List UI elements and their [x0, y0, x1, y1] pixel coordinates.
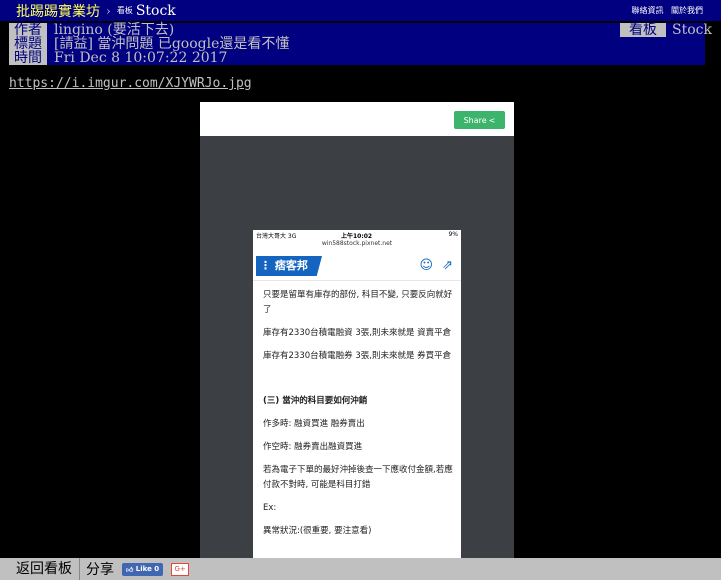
top-links: 聯絡資訊 關於我們: [626, 5, 703, 16]
title-value: [請益] 當沖問題 已google還是看不懂: [54, 36, 290, 52]
paragraph: 異常狀況:(很重要, 要注意看): [263, 526, 372, 536]
paragraph: 作多時: 融資買進 融券賣出: [263, 419, 365, 429]
phone-status-bar: 台灣大哥大 3G 上午10:02 9%: [253, 230, 461, 240]
share-button[interactable]: Share <: [454, 111, 505, 129]
phone-url: win588stock.pixnet.net: [321, 240, 393, 247]
carrier: 台灣大哥大 3G: [256, 233, 297, 240]
about-link[interactable]: 關於我們: [671, 6, 703, 15]
time-value: Fri Dec 8 10:07:22 2017: [54, 50, 228, 66]
embedded-image[interactable]: Share < 台灣大哥大 3G 上午10:02 9% win588stock.…: [200, 102, 514, 558]
paragraph: 庫存有2330台積電融資 3張,則未來就是 資賣平倉: [263, 328, 452, 338]
paragraph: 庫存有2330台積電融券 3張,則未來就是 券買平倉: [263, 351, 452, 361]
paragraph: 只要是留單有庫存的部份, 科目不變, 只要反向就好了: [263, 290, 453, 315]
share-out-icon: ⇗: [442, 258, 453, 273]
board-label: 看板: [116, 6, 133, 15]
google-plus-button[interactable]: G+: [171, 562, 190, 576]
share-icon: <: [488, 115, 496, 125]
like-label: Like 0: [135, 565, 160, 573]
user-icon: ☺: [419, 258, 433, 273]
phone-screenshot: 台灣大哥大 3G 上午10:02 9% win588stock.pixnet.n…: [253, 230, 461, 558]
board-tag: 看板: [620, 23, 666, 37]
author-tag: 作者: [9, 23, 47, 37]
paragraph: (三) 當沖的科目要如何沖銷: [263, 396, 368, 406]
board-value: Stock: [672, 22, 712, 38]
battery: 9%: [448, 231, 458, 238]
share-label: 分享: [86, 562, 114, 578]
meta-author-row: 作者 lingino (要活下去) 看板 Stock: [9, 22, 712, 38]
back-to-board-button[interactable]: 返回看板: [0, 558, 80, 580]
share-label: Share: [463, 115, 487, 125]
bottom-bar: 返回看板 分享 👍︎ Like 0 G+: [0, 558, 721, 580]
meta-title-row: 標題 [請益] 當沖問題 已google還是看不懂: [9, 37, 705, 51]
thumbs-up-icon: 👍︎: [126, 565, 134, 574]
app-bar: ⋮ 痞客邦 ☺ ⇗: [253, 252, 461, 281]
title-tag: 標題: [9, 37, 47, 51]
breadcrumb-separator: ›: [106, 3, 111, 18]
pixnet-logo: ⋮ 痞客邦: [256, 256, 322, 276]
image-link[interactable]: https://i.imgur.com/XJYWRJo.jpg: [9, 76, 252, 91]
paragraph: 作空時: 融券賣出融資買進: [263, 442, 363, 452]
time-tag: 時間: [9, 51, 47, 65]
contact-link[interactable]: 聯絡資訊: [631, 6, 663, 15]
image-header: Share <: [200, 102, 514, 136]
site-name-link[interactable]: 批踢踢實業坊: [16, 1, 100, 21]
paragraph: Ex:: [263, 503, 277, 513]
facebook-like-button[interactable]: 👍︎ Like 0: [122, 562, 164, 576]
article-content: 只要是留單有庫存的部份, 科目不變, 只要反向就好了 庫存有2330台積電融資 …: [263, 288, 453, 539]
board-title-link[interactable]: Stock: [136, 3, 176, 19]
author-value: lingino (要活下去): [54, 22, 175, 38]
paragraph: 若為電子下單的最好沖掉後查一下應收付金額,若應付款不對時, 可能是科目打錯: [263, 465, 453, 490]
phone-time: 上午10:02: [341, 233, 373, 240]
meta-time-row: 時間 Fri Dec 8 10:07:22 2017: [9, 51, 705, 65]
top-bar: 批踢踢實業坊 › 看板 Stock 聯絡資訊 關於我們: [0, 0, 721, 21]
